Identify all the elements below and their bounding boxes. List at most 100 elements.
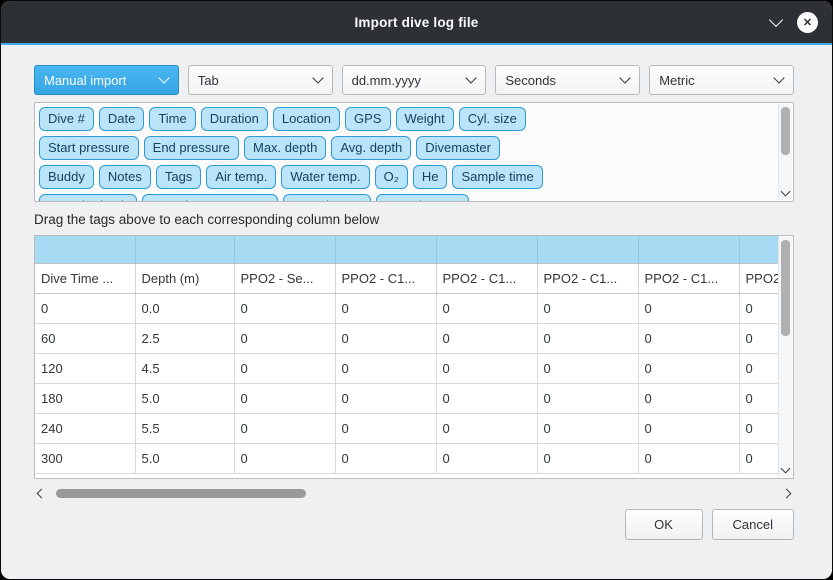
column-drop-target[interactable] [436, 236, 537, 264]
scrollbar-thumb[interactable] [56, 489, 306, 498]
header-row: Dive Time ...Depth (m)PPO2 - Se... PPO2 -… [35, 264, 779, 294]
table-cell: 0 [537, 384, 638, 414]
column-drop-target[interactable] [537, 236, 638, 264]
table-cell: 0 [436, 384, 537, 414]
close-icon: ✕ [803, 16, 812, 29]
table-row[interactable]: 2405.5000000 [35, 414, 779, 444]
table-vertical-scrollbar[interactable] [778, 237, 792, 477]
table-row[interactable]: 00.0000000 [35, 294, 779, 324]
tag-pill[interactable]: Location [273, 107, 340, 131]
column-header: PPO2 - C1... [537, 264, 638, 294]
tag-pill[interactable]: GPS [345, 107, 390, 131]
column-header: Dive Time ... [35, 264, 135, 294]
column-drop-target[interactable] [234, 236, 335, 264]
tag-pill[interactable]: Tags [156, 165, 201, 189]
tag-pill[interactable]: Sample pO₂ [283, 194, 371, 201]
table-cell: 0 [739, 384, 779, 414]
column-drop-target[interactable] [135, 236, 234, 264]
column-drop-target[interactable] [638, 236, 739, 264]
tag-pill[interactable]: Sample time [452, 165, 542, 189]
table-row[interactable]: 3005.0000000 [35, 444, 779, 474]
table-cell: 0 [436, 444, 537, 474]
column-drop-target[interactable] [35, 236, 135, 264]
tag-pill[interactable]: Cyl. size [459, 107, 526, 131]
table-cell: 0 [638, 354, 739, 384]
table-row[interactable]: 602.5000000 [35, 324, 779, 354]
table-cell: 0 [638, 384, 739, 414]
tag-pill[interactable]: Buddy [39, 165, 94, 189]
table-cell: 2.5 [135, 324, 234, 354]
column-header: Depth (m) [135, 264, 234, 294]
tag-pill[interactable]: Start pressure [39, 136, 139, 160]
table-cell: 120 [35, 354, 135, 384]
field-separator-select[interactable]: Tab [188, 65, 333, 95]
tag-pill[interactable]: Weight [396, 107, 454, 131]
tag-pill[interactable]: Max. depth [244, 136, 326, 160]
table-cell: 0 [638, 324, 739, 354]
table-cell: 180 [35, 384, 135, 414]
cancel-button[interactable]: Cancel [712, 509, 794, 540]
tag-list: Dive #DateTimeDurationLocationGPSWeightC… [39, 107, 776, 201]
tag-pill[interactable]: Duration [201, 107, 268, 131]
scroll-left-icon[interactable] [37, 489, 47, 499]
chevron-down-icon[interactable] [769, 12, 783, 26]
table-cell: 5.5 [135, 414, 234, 444]
table-row[interactable]: 1204.5000000 [35, 354, 779, 384]
table-cell: 0 [335, 384, 436, 414]
table-cell: 5.0 [135, 444, 234, 474]
tag-pill[interactable]: He [413, 165, 448, 189]
import-mode-select[interactable]: Manual import [34, 65, 179, 95]
tag-pill[interactable]: Air temp. [206, 165, 276, 189]
table-cell: 0 [436, 354, 537, 384]
duration-format-select[interactable]: Seconds [495, 65, 640, 95]
preview-table-box: Dive Time ...Depth (m)PPO2 - Se... PPO2 -… [34, 235, 794, 479]
table-cell: 0 [335, 414, 436, 444]
tag-pill[interactable]: Divemaster [416, 136, 500, 160]
tag-pill[interactable]: Notes [99, 165, 151, 189]
tag-pill[interactable]: Sample depth [39, 194, 137, 201]
tag-pill[interactable]: Water temp. [281, 165, 369, 189]
tag-pill[interactable]: Sample temperature [142, 194, 278, 201]
tag-area-scrollbar[interactable] [778, 104, 792, 200]
dropzone-row [35, 236, 779, 264]
table-horizontal-scrollbar[interactable] [34, 486, 794, 501]
date-format-select[interactable]: dd.mm.yyyy [342, 65, 487, 95]
import-dialog-window: Import dive log file ✕ Manual import Tab… [0, 0, 833, 580]
units-value: Metric [659, 73, 694, 88]
tag-pill[interactable]: Avg. depth [331, 136, 411, 160]
close-button[interactable]: ✕ [797, 12, 818, 33]
table-cell: 0 [638, 414, 739, 444]
table-cell: 0 [234, 354, 335, 384]
tag-pill[interactable]: End pressure [144, 136, 239, 160]
table-clip: Dive Time ...Depth (m)PPO2 - Se... PPO2 -… [35, 236, 779, 478]
units-select[interactable]: Metric [649, 65, 794, 95]
chevron-down-icon [466, 72, 477, 83]
tag-pill[interactable]: Date [99, 107, 144, 131]
instruction-label: Drag the tags above to each correspondin… [34, 212, 799, 227]
column-drop-target[interactable] [739, 236, 779, 264]
scrollbar-thumb[interactable] [781, 240, 790, 336]
scroll-down-icon[interactable] [781, 187, 791, 197]
chevron-down-icon [158, 72, 169, 83]
scroll-down-icon[interactable] [781, 464, 791, 474]
column-drop-target[interactable] [335, 236, 436, 264]
tag-row: Sample depth Sample temperature Sample pO₂… [39, 194, 776, 201]
tag-pill[interactable]: Time [149, 107, 195, 131]
preview-table: Dive Time ...Depth (m)PPO2 - Se... PPO2 -… [35, 236, 779, 474]
import-mode-value: Manual import [44, 73, 126, 88]
tag-pill[interactable]: O₂ [375, 165, 408, 189]
scrollbar-thumb[interactable] [781, 107, 790, 155]
table-cell: 300 [35, 444, 135, 474]
table-row[interactable]: 1805.0000000 [35, 384, 779, 414]
window-title: Import dive log file [354, 15, 478, 30]
titlebar[interactable]: Import dive log file ✕ [1, 1, 832, 43]
table-cell: 0 [537, 444, 638, 474]
tag-pill[interactable]: Sample CNS [376, 194, 469, 201]
table-cell: 60 [35, 324, 135, 354]
ok-button[interactable]: OK [625, 509, 703, 540]
table-cell: 0 [537, 414, 638, 444]
tag-pill[interactable]: Dive # [39, 107, 94, 131]
column-header: PPO2 - Se... [234, 264, 335, 294]
scroll-right-icon[interactable] [782, 489, 792, 499]
duration-format-value: Seconds [505, 73, 556, 88]
